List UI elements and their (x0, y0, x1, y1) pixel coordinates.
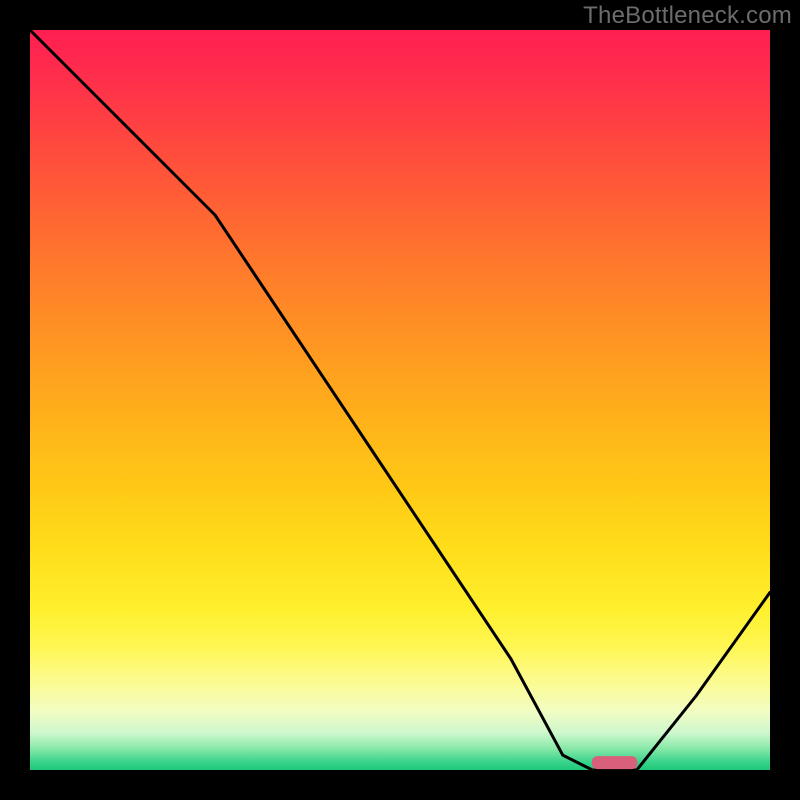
optimal-range-marker (592, 757, 636, 769)
chart-frame: TheBottleneck.com (0, 0, 800, 800)
plot-svg (30, 30, 770, 770)
bottleneck-curve (30, 30, 770, 770)
watermark-text: TheBottleneck.com (583, 2, 792, 30)
plot-area (30, 30, 770, 770)
